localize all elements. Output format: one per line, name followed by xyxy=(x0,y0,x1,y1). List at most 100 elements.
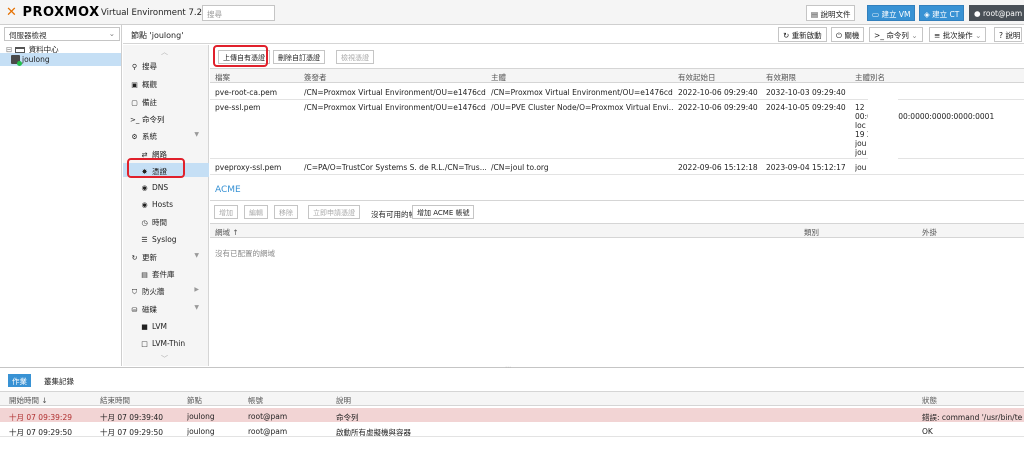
acme-order-button[interactable]: 立即申請憑證 xyxy=(308,205,360,219)
cert-san-line: loc xyxy=(855,121,866,130)
cert-issuer: /CN=Proxmox Virtual Environment/OU=e1476… xyxy=(304,103,486,112)
nav-item-shell[interactable]: >_ 命令列 xyxy=(123,111,209,125)
cert-subject: /OU=PVE Cluster Node/O=Proxmox Virtual E… xyxy=(491,103,673,112)
col-valid-to[interactable]: 有效期限 xyxy=(766,72,796,83)
cert-valid-to: 2023-09-04 15:12:17 xyxy=(766,163,846,172)
reboot-button[interactable]: ↻ 重新啟動 xyxy=(778,27,827,42)
resource-tree-panel: 伺服器檢視 ⌄ ⊟ 資料中心 joulong xyxy=(0,25,122,366)
refresh-icon: ↻ xyxy=(131,254,138,262)
disk-icon: ⛁ xyxy=(131,306,138,314)
search-input[interactable]: 搜尋 xyxy=(202,5,275,21)
col-san[interactable]: 主體別名 xyxy=(855,72,885,83)
search-icon: ⚲ xyxy=(131,63,138,71)
gears-icon: ⚙ xyxy=(131,133,138,141)
task-start: 十月 07 09:29:50 xyxy=(9,428,72,437)
node-online-icon xyxy=(11,55,22,66)
shield-icon: ⛉ xyxy=(131,288,138,296)
square-icon: ■ xyxy=(141,323,148,331)
cert-file: pve-ssl.pem xyxy=(215,103,261,112)
task-start: 十月 07 09:39:29 xyxy=(9,413,72,422)
col-node[interactable]: 節點 xyxy=(187,395,202,406)
task-node: joulong xyxy=(187,427,215,436)
tab-tasks[interactable]: 作業 xyxy=(8,374,31,387)
user-menu-button[interactable]: ● root@pam xyxy=(969,5,1024,21)
task-status: OK xyxy=(922,427,933,436)
nav-item-search[interactable]: ⚲ 搜尋 xyxy=(123,58,209,72)
acme-remove-button[interactable]: 移除 xyxy=(274,205,298,219)
power-icon: ⏻ xyxy=(836,31,842,40)
nav-item-system[interactable]: ⚙ 系統 ▼ xyxy=(123,128,209,142)
nav-item-time[interactable]: ◷ 時間 xyxy=(123,214,209,228)
tree-item-node[interactable]: joulong xyxy=(0,53,121,66)
col-plugin[interactable]: 外掛 xyxy=(922,227,937,238)
view-selector[interactable]: 伺服器檢視 ⌄ xyxy=(4,27,120,41)
acme-divider xyxy=(210,200,1024,201)
task-status: 錯誤: command '/usr/bin/ter... xyxy=(922,413,1022,422)
chevron-right-icon: ▶ xyxy=(194,286,199,293)
shell-button[interactable]: >_ 命令列 ⌄ xyxy=(869,27,923,42)
tab-cluster-log[interactable]: 叢集記錄 xyxy=(40,374,78,387)
nav-item-lvm-thin[interactable]: □ LVM-Thin xyxy=(123,336,209,350)
nav-item-dns[interactable]: ◉ DNS xyxy=(123,180,209,194)
nav-item-disks[interactable]: ⛁ 磁碟 ▼ xyxy=(123,301,209,315)
col-valid-from[interactable]: 有效起始日 xyxy=(678,72,716,83)
question-icon: ? xyxy=(999,31,1003,40)
row-divider xyxy=(210,158,1024,159)
col-domain[interactable]: 網域 ↑ xyxy=(215,227,239,238)
add-acme-account-button[interactable]: 增加 ACME 帳號 xyxy=(412,205,475,219)
nav-item-updates[interactable]: ↻ 更新 ▼ xyxy=(123,249,209,263)
acme-add-button[interactable]: 增加 xyxy=(214,205,238,219)
col-status[interactable]: 狀態 xyxy=(922,395,937,406)
nav-item-notes[interactable]: ▢ 備註 xyxy=(123,94,209,108)
task-end: 十月 07 09:39:40 xyxy=(100,413,163,422)
cert-san-line: 12 xyxy=(855,103,865,112)
cert-issuer: /CN=Proxmox Virtual Environment/OU=e1476… xyxy=(304,88,486,97)
highlight-ring-upload xyxy=(213,45,268,67)
nav-item-hosts[interactable]: ◉ Hosts xyxy=(123,197,209,211)
nav-item-firewall[interactable]: ⛉ 防火牆 ▶ xyxy=(123,283,209,297)
resize-handle-icon[interactable]: ⋯ xyxy=(505,364,511,371)
acme-section-title: ACME xyxy=(215,185,241,195)
col-description[interactable]: 說明 xyxy=(336,395,351,406)
chevron-down-icon: ▼ xyxy=(194,252,199,259)
col-start-time[interactable]: 開始時間 ↓ xyxy=(9,395,48,406)
globe-icon: ◉ xyxy=(141,184,148,192)
col-type[interactable]: 類別 xyxy=(804,227,819,238)
proxmox-logo[interactable]: ✕ PROXMOX xyxy=(6,5,100,20)
col-end-time[interactable]: 結束時間 xyxy=(100,395,130,406)
book-icon: ▤ xyxy=(811,10,819,19)
col-user[interactable]: 帳號 xyxy=(248,395,263,406)
shutdown-button[interactable]: ⏻ 關機 xyxy=(831,27,865,42)
view-cert-button[interactable]: 檢視憑證 xyxy=(336,50,374,64)
col-issuer[interactable]: 簽發者 xyxy=(304,72,327,83)
help-button[interactable]: ? 說明 xyxy=(994,27,1022,42)
row-divider xyxy=(210,99,1024,100)
docs-button[interactable]: ▤ 說明文件 xyxy=(806,5,856,21)
nav-item-repositories[interactable]: ▤ 套件庫 xyxy=(123,266,209,280)
redaction-box xyxy=(868,96,898,182)
cert-valid-to: 2024-10-05 09:29:40 xyxy=(766,103,846,112)
cube-icon: ◈ xyxy=(924,10,930,19)
nav-item-syslog[interactable]: ☰ Syslog xyxy=(123,232,209,246)
nav-item-lvm[interactable]: ■ LVM xyxy=(123,319,209,333)
tasks-table-header xyxy=(0,391,1024,406)
col-subject[interactable]: 主體 xyxy=(491,72,506,83)
cert-valid-from: 2022-10-06 09:29:40 xyxy=(678,103,758,112)
chevron-down-icon: ⌄ xyxy=(108,29,115,38)
col-file[interactable]: 檔案 xyxy=(215,72,230,83)
menu-icon: ≡ xyxy=(934,31,941,40)
acme-edit-button[interactable]: 編輯 xyxy=(244,205,268,219)
scroll-down-icon[interactable]: ﹀ xyxy=(161,354,168,364)
repository-icon: ▤ xyxy=(141,271,148,279)
page-title: 節點 'joulong' xyxy=(131,31,184,40)
cert-file: pve-root-ca.pem xyxy=(215,88,278,97)
create-vm-button[interactable]: ▭ 建立 VM xyxy=(867,5,916,21)
task-description: 啟動所有虛擬機與容器 xyxy=(336,428,411,437)
cert-valid-to: 2032-10-03 09:29:40 xyxy=(766,88,846,97)
scroll-up-icon[interactable]: ︿ xyxy=(161,47,168,57)
nav-item-summary[interactable]: ▣ 概觀 xyxy=(123,76,209,90)
create-ct-button[interactable]: ◈ 建立 CT xyxy=(919,5,965,21)
delete-custom-cert-button[interactable]: 刪除自訂憑證 xyxy=(273,50,325,64)
acme-table-header xyxy=(210,223,1024,238)
bulk-actions-button[interactable]: ≡ 批次操作 ⌄ xyxy=(929,27,987,42)
